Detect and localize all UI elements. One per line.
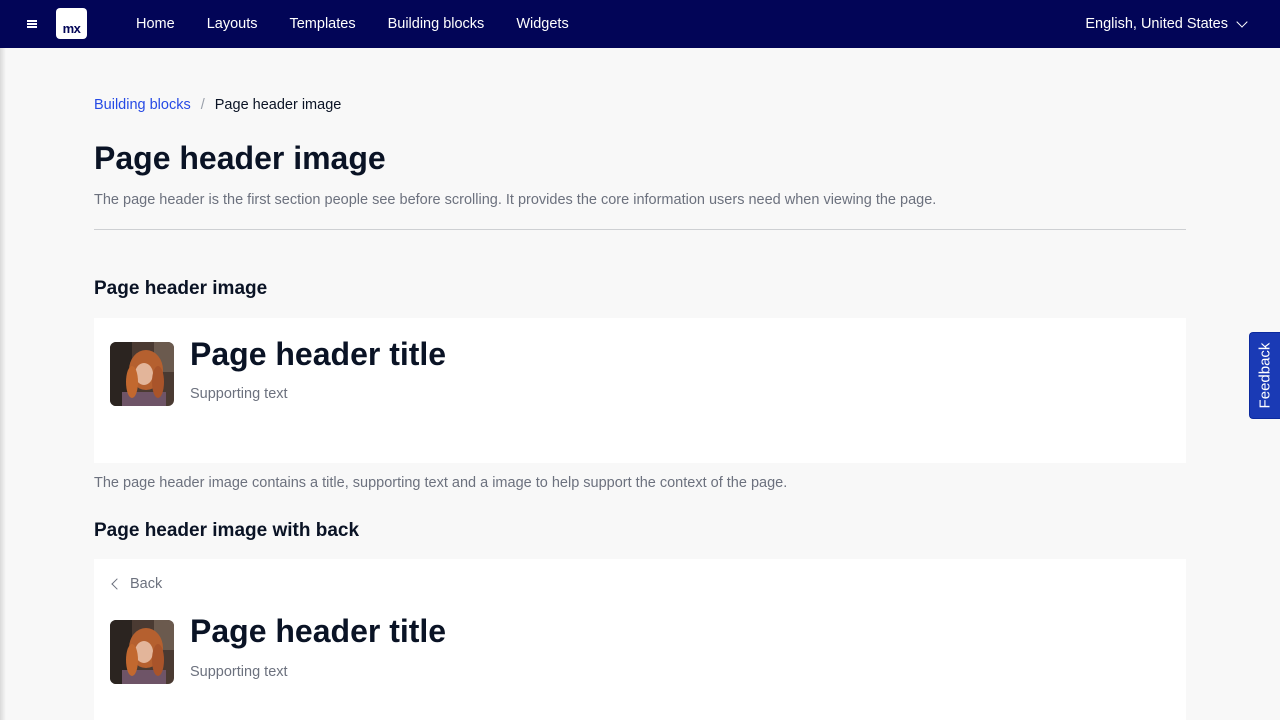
section-title-page-header-image: Page header image — [94, 278, 268, 299]
breadcrumb: Building blocks / Page header image — [94, 97, 341, 113]
divider — [94, 229, 1186, 230]
back-button[interactable]: Back — [110, 576, 162, 592]
feedback-tab[interactable]: Feedback — [1249, 332, 1280, 419]
page-header-title: Page header title — [190, 336, 447, 372]
page-header-image-with-back-example: Back Page header title Supporting text — [94, 559, 1186, 720]
nav-building-blocks[interactable]: Building blocks — [372, 16, 501, 32]
language-selector[interactable]: English, United States — [1085, 16, 1248, 32]
breadcrumb-separator: / — [200, 97, 205, 113]
page-title: Page header image — [94, 140, 386, 176]
top-navigation-bar: mx Home Layouts Templates Building block… — [0, 0, 1280, 48]
main-nav: Home Layouts Templates Building blocks W… — [120, 0, 585, 48]
chevron-down-icon — [1236, 16, 1248, 28]
back-label: Back — [130, 576, 163, 592]
page-description: The page header is the first section peo… — [94, 192, 937, 208]
section-caption: The page header image contains a title, … — [94, 475, 788, 491]
breadcrumb-current: Page header image — [214, 97, 342, 113]
header-image — [110, 342, 174, 406]
page-header-image-example: Page header title Supporting text — [94, 318, 1186, 463]
nav-widgets[interactable]: Widgets — [500, 16, 584, 32]
mendix-logo[interactable]: mx — [56, 8, 87, 39]
hamburger-menu-icon[interactable] — [22, 14, 42, 34]
nav-home[interactable]: Home — [120, 16, 191, 32]
nav-templates[interactable]: Templates — [273, 16, 371, 32]
sidebar-shadow — [0, 48, 6, 720]
supporting-text: Supporting text — [190, 664, 288, 680]
section-title-page-header-image-with-back: Page header image with back — [94, 520, 360, 541]
nav-layouts[interactable]: Layouts — [191, 16, 274, 32]
language-label: English, United States — [1085, 16, 1228, 32]
feedback-label: Feedback — [1256, 342, 1274, 409]
breadcrumb-building-blocks[interactable]: Building blocks — [94, 97, 191, 113]
header-image — [110, 620, 174, 684]
page-header-title: Page header title — [190, 613, 447, 649]
chevron-left-icon — [111, 578, 123, 590]
supporting-text: Supporting text — [190, 386, 288, 402]
